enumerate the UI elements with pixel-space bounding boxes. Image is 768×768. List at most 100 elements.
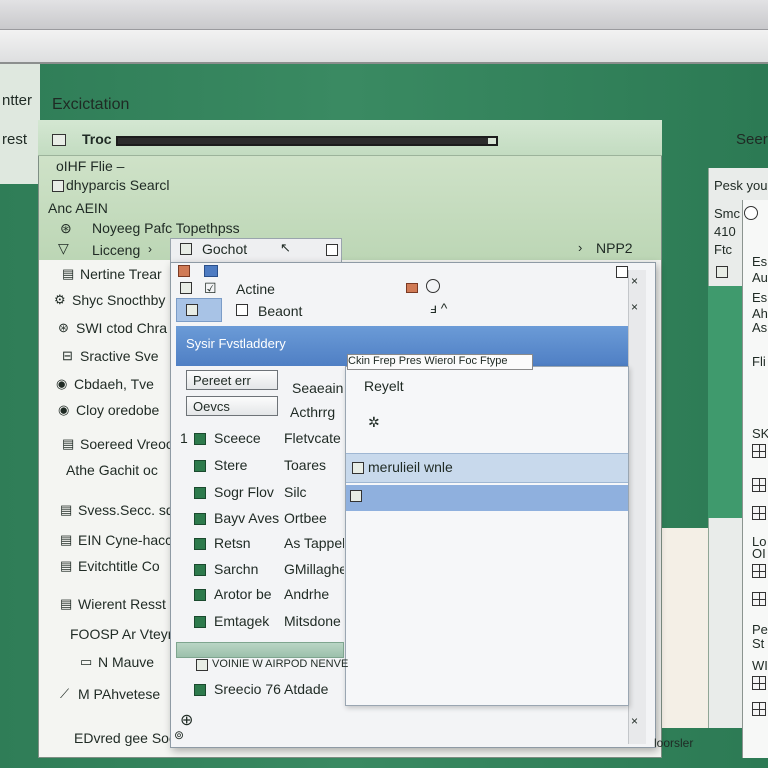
dialog-tab[interactable]: [170, 238, 342, 264]
sidebar-item[interactable]: Nertine Trear: [80, 266, 162, 282]
sidebar-item-icon: ▭: [80, 654, 93, 669]
blue-square-icon: [204, 265, 218, 277]
bg-label: ntter: [2, 92, 33, 109]
primary-button[interactable]: Pereet err: [186, 370, 278, 390]
breadcrumb[interactable]: Anc AEIN: [48, 200, 108, 216]
list-item-name[interactable]: Stere: [214, 457, 247, 473]
checkbox-icon[interactable]: [52, 180, 64, 192]
popup-item[interactable]: Reyelt: [364, 378, 404, 394]
radio-icon[interactable]: [744, 206, 758, 220]
nav-item[interactable]: NPP2: [596, 240, 633, 256]
list-item-name[interactable]: Sogr Flov: [214, 484, 274, 500]
right-label: Au: [752, 270, 768, 285]
grid-icon[interactable]: [752, 478, 766, 492]
list-item-name[interactable]: Bayv Aves: [214, 510, 279, 526]
right-label: Es: [752, 254, 768, 269]
grid-icon[interactable]: [752, 592, 766, 606]
list-icon: [180, 282, 192, 294]
sidebar-item-icon: ⚙: [54, 292, 66, 307]
menu-item[interactable]: oIHF Flie –: [56, 158, 124, 174]
chevron-right-icon[interactable]: ›: [148, 242, 152, 256]
list-prefix: 1: [180, 430, 188, 446]
right-label: SK: [752, 426, 768, 441]
sidebar-item[interactable]: FOOSP Ar Vteyrr: [70, 626, 177, 642]
sidebar-item-icon: ▤: [60, 502, 73, 517]
sidebar-item[interactable]: SWI ctod Chra: [76, 320, 167, 336]
edit-icon[interactable]: ☑: [204, 280, 217, 297]
menu-item[interactable]: dhyparcis Searcl: [66, 177, 170, 193]
list-item-label[interactable]: Sreecio 76 Atdade: [214, 681, 328, 697]
window-icon: [52, 134, 66, 146]
list-icon: [352, 462, 364, 474]
grid-icon[interactable]: [752, 564, 766, 578]
sidebar-item[interactable]: Svess.Secc. sd: [78, 502, 174, 518]
settings-icon[interactable]: ✲: [368, 414, 380, 431]
sidebar-item[interactable]: Wierent Resst: [78, 596, 166, 612]
list-item-name[interactable]: Retsn: [214, 535, 251, 551]
right-label: Smc: [714, 206, 740, 221]
sort-icon[interactable]: ⅎ ^: [430, 300, 447, 316]
cursor-icon: ↖: [280, 240, 291, 255]
item-icon: [194, 589, 206, 601]
list-item-name[interactable]: Sceece: [214, 430, 261, 446]
dialog-row-label[interactable]: Actine: [236, 281, 275, 297]
grid-icon: [350, 490, 362, 502]
checkbox-icon[interactable]: [716, 266, 728, 278]
globe-icon: ⊛: [60, 220, 72, 236]
item-icon: [194, 433, 206, 445]
chevron-right-icon[interactable]: ›: [578, 240, 582, 255]
sidebar-item[interactable]: Evitchtitle Co: [78, 558, 160, 574]
folder-icon: [180, 243, 192, 255]
popup-item[interactable]: merulieil wnle: [368, 459, 453, 475]
sidebar-item[interactable]: Athe Gachit oc: [66, 462, 158, 478]
beige-panel: [660, 528, 708, 728]
list-item-name[interactable]: Sarchn: [214, 561, 258, 577]
grid-icon[interactable]: [752, 444, 766, 458]
scrollbar[interactable]: [628, 270, 646, 744]
doc-icon: [236, 304, 248, 316]
sidebar-item[interactable]: M PAhvetese: [78, 686, 160, 702]
right-label: Ftc: [714, 242, 733, 257]
dialog-row-label[interactable]: Beaont: [258, 303, 302, 319]
circle-icon[interactable]: [426, 279, 440, 293]
sidebar-item[interactable]: Shyc Snocthby: [72, 292, 165, 308]
item-icon: [194, 564, 206, 576]
close-icon[interactable]: ×: [631, 274, 638, 288]
selected-item-highlight[interactable]: [176, 298, 222, 322]
bg-label: Seer: [736, 131, 768, 148]
list-item-name[interactable]: Emtagek: [214, 613, 269, 629]
sidebar-item[interactable]: EIN Cyne-hacc: [78, 532, 172, 548]
nav-item[interactable]: Licceng: [92, 242, 140, 258]
sidebar-item[interactable]: Sractive Sve: [80, 348, 159, 364]
list-item-detail: Toares: [284, 457, 327, 473]
dialog-tab-label[interactable]: Gochot: [202, 241, 247, 257]
sidebar-item-icon: ▤: [60, 558, 73, 573]
list-item-name[interactable]: Arotor be: [214, 586, 272, 602]
popup-item-selected[interactable]: [346, 485, 628, 511]
nav-item[interactable]: Noyeeg Pafc Topethpss: [92, 220, 240, 236]
sidebar-item[interactable]: Cbdaeh, Tve: [74, 376, 154, 392]
sidebar-item[interactable]: N Mauve: [98, 654, 154, 670]
app-title: Excictation: [52, 96, 130, 113]
sidebar-item-icon: ▤: [62, 436, 75, 451]
close-icon[interactable]: ×: [631, 300, 638, 314]
item-icon: [194, 513, 206, 525]
square-icon[interactable]: [326, 244, 338, 256]
sidebar-item-icon: ◉: [58, 402, 70, 417]
search-icon[interactable]: ⊚: [174, 728, 184, 742]
sidebar-item[interactable]: Cloy oredobe: [76, 402, 159, 418]
close-icon[interactable]: ×: [631, 714, 638, 728]
grid-icon[interactable]: [752, 702, 766, 716]
right-label: 410: [714, 224, 736, 239]
maximize-icon[interactable]: [616, 266, 628, 278]
item-icon: [194, 616, 206, 628]
sidebar-item[interactable]: Soereed Vreoo: [80, 436, 174, 452]
right-label: OI: [752, 546, 766, 561]
grid-icon[interactable]: [752, 506, 766, 520]
grid-icon[interactable]: [752, 676, 766, 690]
list-item-detail: Ortbee: [284, 510, 327, 526]
list-item-detail: Mitsdone: [284, 613, 341, 629]
address-bar[interactable]: [0, 30, 768, 64]
secondary-button[interactable]: Oevcs: [186, 396, 278, 416]
sidebar-item[interactable]: EDvred gee Socg: [74, 730, 184, 746]
